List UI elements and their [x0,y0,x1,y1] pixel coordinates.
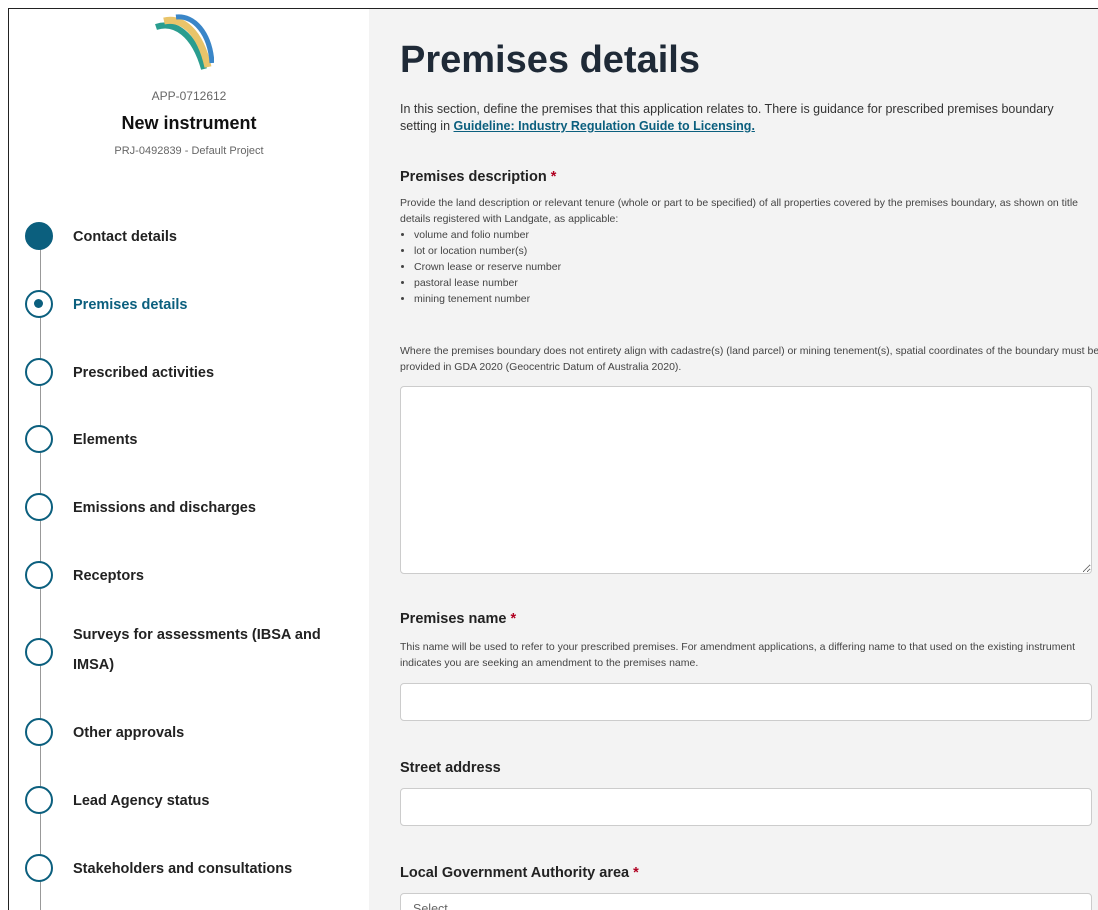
step-stakeholders-and-consultations[interactable]: Stakeholders and consultations [25,853,365,889]
step-pending-icon [25,561,53,589]
premises-name-help: This name will be used to refer to your … [400,641,1076,669]
step-pending-icon [25,493,53,521]
step-current-icon [25,290,53,318]
step-pending-icon [25,786,53,814]
label-text: Premises name [400,611,507,627]
label-text: Premises description [400,169,547,185]
premises-description-help: Provide the land description or relevant… [400,195,1098,307]
lga-select-value: Select [413,902,448,910]
page-intro: In this section, define the premises tha… [400,101,1090,135]
premises-name-label: Premises name * [400,611,516,627]
instrument-title: New instrument [121,113,257,133]
help-intro: Provide the land description or relevant… [400,197,1079,225]
premises-description-textarea[interactable] [400,386,1092,574]
step-contact-details[interactable]: Contact details [25,221,365,257]
step-label: Elements [73,432,138,448]
step-label: Receptors [73,568,144,584]
tenure-list: volume and folio number lot or location … [400,227,1098,307]
step-lead-agency-status[interactable]: Lead Agency status [25,785,365,821]
step-other-approvals[interactable]: Other approvals [25,717,365,753]
step-emissions-and-discharges[interactable]: Emissions and discharges [25,492,365,528]
app-frame: APP-0712612 New instrument PRJ-0492839 -… [8,8,1098,910]
step-label: Emissions and discharges [73,500,256,516]
chevron-down-icon: ⌄ [1059,901,1072,910]
application-id: APP-0712612 [151,89,227,103]
lga-label: Local Government Authority area * [400,865,639,881]
step-pending-icon [25,718,53,746]
step-label: Contact details [73,229,177,245]
page-title: Premises details [400,39,700,81]
step-prescribed-activities[interactable]: Prescribed activities [25,357,365,393]
step-label: Surveys for assessments (IBSA and IMSA) [73,627,321,673]
premises-name-input[interactable] [400,683,1092,721]
step-label: Premises details [73,297,188,313]
list-item: Crown lease or reserve number [414,259,1098,275]
main-content: Premises details In this section, define… [369,9,1098,910]
step-premises-details[interactable]: Premises details [25,289,365,325]
premises-description-label: Premises description * [400,169,556,185]
guideline-link[interactable]: Guideline: Industry Regulation Guide to … [454,119,755,133]
required-mark: * [633,865,639,881]
step-surveys-for-assessments[interactable]: Surveys for assessments (IBSA and IMSA) [25,627,365,687]
sidebar: APP-0712612 New instrument PRJ-0492839 -… [9,9,369,910]
lga-select[interactable] [400,893,1092,910]
step-receptors[interactable]: Receptors [25,560,365,596]
required-mark: * [510,611,517,627]
step-label: Lead Agency status [73,793,210,809]
step-complete-icon [25,222,53,250]
list-item: mining tenement number [414,291,1098,307]
step-pending-icon [25,638,53,666]
label-text: Local Government Authority area [400,865,630,881]
street-address-label: Street address [400,760,501,776]
step-pending-icon [25,854,53,882]
list-item: lot or location number(s) [414,243,1098,259]
step-label: Prescribed activities [73,365,215,381]
step-pending-icon [25,358,53,386]
list-item: volume and folio number [414,227,1098,243]
agency-logo [155,14,214,70]
street-address-input[interactable] [400,788,1092,826]
list-item: pastoral lease number [414,275,1098,291]
step-label: Other approvals [73,725,185,741]
required-mark: * [550,169,557,185]
step-label: Stakeholders and consultations [73,861,293,877]
step-elements[interactable]: Elements [25,424,365,460]
step-pending-icon [25,425,53,453]
premises-description-note: Where the premises boundary does not ent… [400,345,1098,373]
project-name: PRJ-0492839 - Default Project [114,145,264,157]
